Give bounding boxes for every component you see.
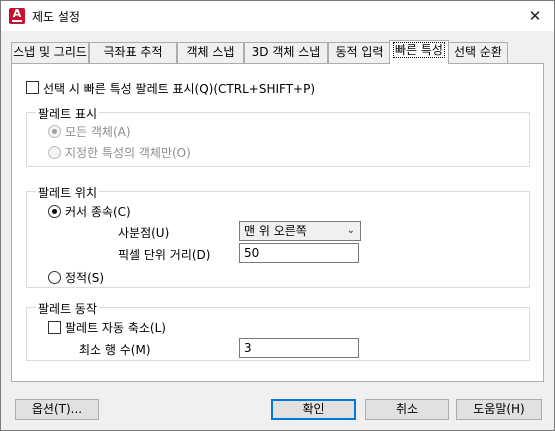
min-rows-label: 최소 행 수(M): [79, 343, 151, 357]
min-rows-input[interactable]: 3: [239, 338, 359, 358]
specified-objects-radio[interactable]: [48, 146, 61, 159]
cancel-button[interactable]: 취소: [365, 399, 449, 420]
cursor-dependent-radio[interactable]: [48, 205, 61, 218]
specified-objects-label: 지정한 특성의 객체만(O): [65, 146, 191, 160]
cursor-dependent-label: 커서 종속(C): [65, 205, 131, 219]
tab-quick-properties[interactable]: 빠른 특성: [389, 40, 449, 64]
quadrant-value: 맨 위 오른쪽: [244, 224, 307, 238]
quadrant-dropdown[interactable]: 맨 위 오른쪽 ⌄: [239, 221, 361, 241]
distance-label: 픽셀 단위 거리(D): [118, 248, 211, 262]
tab-polar-tracking[interactable]: 극좌표 추적: [89, 42, 177, 63]
palette-display-group: 팔레트 표시 모든 객체(A) 지정한 특성의 객체만(O): [26, 105, 530, 167]
show-palette-checkbox[interactable]: [26, 81, 39, 94]
tab-object-snap[interactable]: 객체 스냅: [177, 42, 244, 63]
palette-display-title: 팔레트 표시: [36, 105, 100, 122]
auto-collapse-checkbox[interactable]: [48, 321, 61, 334]
static-label: 정적(S): [65, 271, 105, 285]
distance-input[interactable]: 50: [239, 243, 359, 263]
options-button[interactable]: 옵션(T)...: [15, 399, 99, 420]
drafting-settings-dialog: A 제도 설정 ✕ 스냅 및 그리드 극좌표 추적 객체 스냅 3D 객체 스냅…: [0, 0, 555, 431]
palette-behavior-title: 팔레트 동작: [36, 300, 100, 317]
tab-dynamic-input[interactable]: 동적 입력: [328, 42, 391, 63]
help-button[interactable]: 도움말(H): [456, 399, 542, 420]
quadrant-label: 사분점(U): [118, 226, 170, 240]
title-bar: A 제도 설정 ✕: [1, 1, 554, 31]
tab-selection-cycling[interactable]: 선택 순환: [448, 42, 508, 63]
show-palette-label: 선택 시 빠른 특성 팔레트 표시(Q)(CTRL+SHIFT+P): [43, 82, 316, 96]
tab-snap-grid[interactable]: 스냅 및 그리드: [11, 42, 89, 63]
all-objects-radio[interactable]: [48, 125, 61, 138]
chevron-down-icon: ⌄: [346, 225, 355, 236]
tab-3d-object-snap[interactable]: 3D 객체 스냅: [244, 42, 328, 63]
palette-behavior-group: 팔레트 동작 팔레트 자동 축소(L) 최소 행 수(M) 3: [26, 300, 530, 361]
tab-quick-properties-label: 빠른 특성: [393, 42, 445, 58]
all-objects-label: 모든 객체(A): [65, 125, 131, 139]
palette-location-group: 팔레트 위치 커서 종속(C) 사분점(U) 맨 위 오른쪽 ⌄ 픽셀 단위 거…: [26, 184, 530, 288]
ok-button[interactable]: 확인: [271, 399, 356, 420]
close-icon[interactable]: ✕: [520, 4, 550, 28]
window-title: 제도 설정: [32, 10, 80, 24]
quick-properties-panel: 선택 시 빠른 특성 팔레트 표시(Q)(CTRL+SHIFT+P) 팔레트 표…: [11, 63, 544, 382]
autocad-app-icon: A: [9, 8, 25, 24]
palette-location-title: 팔레트 위치: [36, 184, 100, 201]
static-radio[interactable]: [48, 271, 61, 284]
auto-collapse-label: 팔레트 자동 축소(L): [65, 321, 166, 335]
app-icon-letter: A: [12, 7, 22, 20]
